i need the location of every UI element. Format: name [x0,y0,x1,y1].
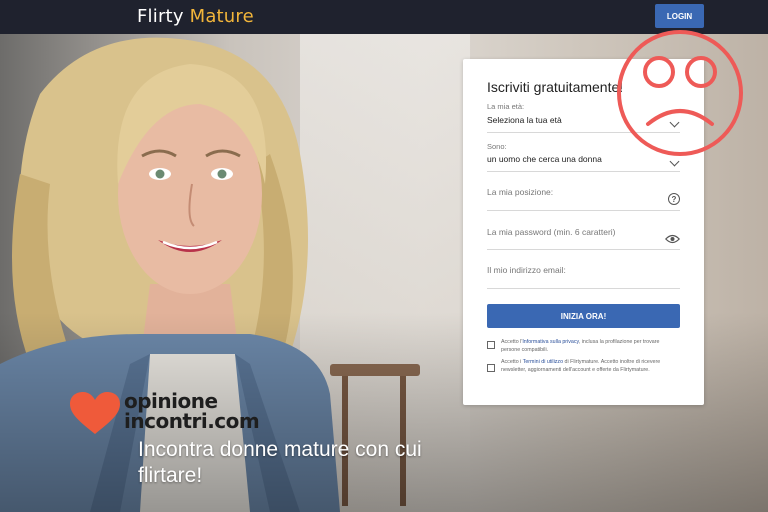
email-placeholder: Il mio indirizzo email: [487,265,566,275]
heart-icon [70,392,120,434]
password-input[interactable]: La mia password (min. 6 caratteri) [487,227,680,250]
eye-icon[interactable] [665,234,680,244]
terms-checkbox[interactable] [487,364,495,372]
terms-of-use-link[interactable]: Termini di utilizzo [523,359,563,365]
password-placeholder: La mia password (min. 6 caratteri) [487,227,616,237]
logo-text-mature: Mature [189,6,254,27]
site-logo[interactable]: Flirty Mature [137,6,254,27]
privacy-checkbox[interactable] [487,341,495,349]
location-placeholder: La mia posizione: [487,187,554,197]
terms-consent-text: Accetto i Termini di utilizzo di Flirtym… [501,359,661,373]
help-icon[interactable]: ? [668,193,680,205]
opinioneincontri-watermark: opinione incontri.com [70,391,260,441]
login-button[interactable]: LOGIN [655,4,704,28]
privacy-consent-text: Accetto l'Informativa sulla privacy, inc… [501,339,660,353]
watermark-line2: incontri.com [124,409,260,433]
location-input[interactable]: La mia posizione: ? [487,187,680,211]
form-title: Iscriviti gratuitamente! [487,79,624,95]
privacy-policy-link[interactable]: Informativa sulla privacy [522,339,578,345]
privacy-consent-row: Accetto l'Informativa sulla privacy, inc… [487,338,680,354]
watermark-text: opinione incontri.com [124,389,260,433]
logo-text-flirty: Flirty [137,6,190,27]
watermark-line1: opinione [124,389,218,413]
email-input[interactable]: Il mio indirizzo email: [487,265,680,289]
hero-headline: Incontra donne mature con cui flirtare! [138,438,422,487]
start-now-button[interactable]: INIZIA ORA! [487,304,680,328]
terms-consent-row: Accetto i Termini di utilizzo di Flirtym… [487,358,680,374]
sad-face-icon [617,30,743,156]
